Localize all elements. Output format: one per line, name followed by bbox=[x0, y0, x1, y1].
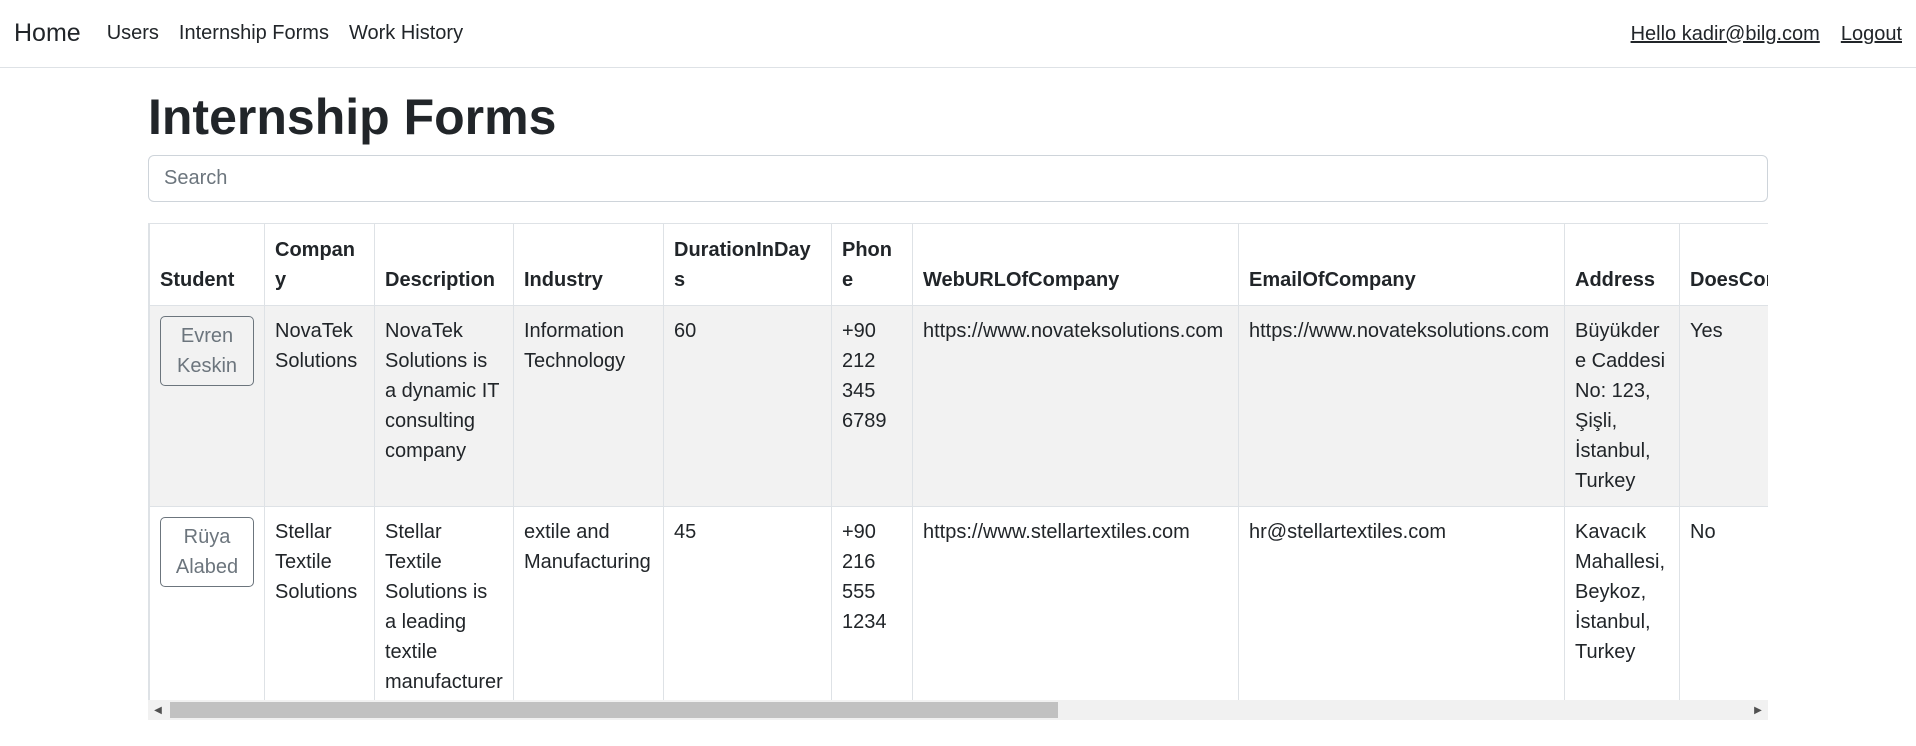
navbar-user-area: Hello kadir@bilg.com Logout bbox=[1631, 0, 1902, 68]
cell-does-company: Yes bbox=[1679, 305, 1768, 507]
cell-industry: extile and Manufacturing bbox=[513, 506, 664, 708]
header-email: EmailOfCompany bbox=[1238, 223, 1565, 306]
header-company: Company bbox=[264, 223, 375, 306]
cell-company: NovaTek Solutions bbox=[264, 305, 375, 507]
horizontal-scrollbar[interactable]: ◀ ▶ bbox=[148, 700, 1768, 720]
cell-phone: +90 212 345 6789 bbox=[831, 305, 913, 507]
cell-description: NovaTek Solutions is a dynamic IT consul… bbox=[374, 305, 514, 507]
header-description: Description bbox=[374, 223, 514, 306]
table-row: Evren Keskin NovaTek Solutions NovaTek S… bbox=[149, 305, 1768, 507]
header-industry: Industry bbox=[513, 223, 664, 306]
cell-phone: +90 216 555 1234 bbox=[831, 506, 913, 708]
student-button[interactable]: Rüya Alabed bbox=[160, 517, 254, 587]
nav-link-work-history[interactable]: Work History bbox=[339, 22, 473, 45]
logout-link[interactable]: Logout bbox=[1841, 23, 1902, 46]
cell-company: Stellar Textile Solutions bbox=[264, 506, 375, 708]
main-container: Internship Forms Student Company Descr bbox=[148, 68, 1768, 708]
header-web-url: WebURLOfCompany bbox=[912, 223, 1239, 306]
cell-duration: 45 bbox=[663, 506, 832, 708]
nav-link-users[interactable]: Users bbox=[97, 22, 169, 45]
table-scroll-container[interactable]: Student Company Description Industry Dur… bbox=[148, 223, 1768, 708]
scroll-right-arrow-icon[interactable]: ▶ bbox=[1748, 700, 1768, 720]
scrollbar-thumb[interactable] bbox=[170, 702, 1058, 718]
user-greeting-link[interactable]: Hello kadir@bilg.com bbox=[1631, 23, 1820, 46]
cell-student: Rüya Alabed bbox=[149, 506, 265, 708]
table-row: Rüya Alabed Stellar Textile Solutions St… bbox=[149, 506, 1768, 708]
cell-web-url: https://www.stellartextiles.com bbox=[912, 506, 1239, 708]
table-header-row: Student Company Description Industry Dur… bbox=[149, 223, 1768, 306]
cell-description: Stellar Textile Solutions is a leading t… bbox=[374, 506, 514, 708]
header-student: Student bbox=[149, 223, 265, 306]
top-navbar: Home Users Internship Forms Work History… bbox=[0, 0, 1916, 68]
cell-does-company: No bbox=[1679, 506, 1768, 708]
header-address: Address bbox=[1564, 223, 1680, 306]
scroll-left-arrow-icon[interactable]: ◀ bbox=[148, 700, 168, 720]
cell-duration: 60 bbox=[663, 305, 832, 507]
cell-email: https://www.novateksolutions.com bbox=[1238, 305, 1565, 507]
internship-forms-table: Student Company Description Industry Dur… bbox=[149, 223, 1768, 708]
header-phone: Phone bbox=[831, 223, 913, 306]
header-does-company: DoesCom bbox=[1679, 223, 1768, 306]
home-link[interactable]: Home bbox=[14, 19, 81, 48]
search-input[interactable] bbox=[148, 155, 1768, 202]
page-title: Internship Forms bbox=[148, 89, 557, 145]
cell-student: Evren Keskin bbox=[149, 305, 265, 507]
cell-email: hr@stellartextiles.com bbox=[1238, 506, 1565, 708]
nav-link-internship-forms[interactable]: Internship Forms bbox=[169, 22, 339, 45]
cell-industry: Information Technology bbox=[513, 305, 664, 507]
cell-web-url: https://www.novateksolutions.com bbox=[912, 305, 1239, 507]
student-button[interactable]: Evren Keskin bbox=[160, 316, 254, 386]
header-duration: DurationInDays bbox=[663, 223, 832, 306]
cell-address: Kavacık Mahallesi, Beykoz, İstanbul, Tur… bbox=[1564, 506, 1680, 708]
cell-address: Büyükdere Caddesi No: 123, Şişli, İstanb… bbox=[1564, 305, 1680, 507]
